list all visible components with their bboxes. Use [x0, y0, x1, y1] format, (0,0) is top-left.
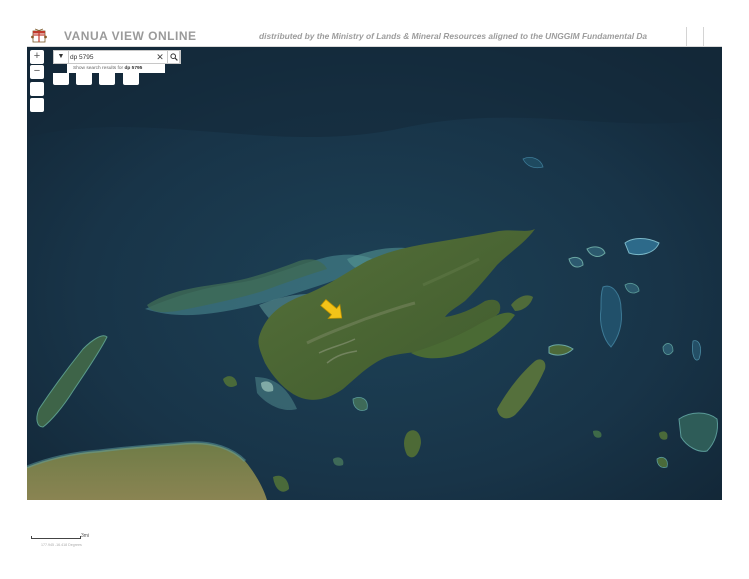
search-input[interactable]	[70, 51, 162, 63]
toolbar-separator	[703, 27, 704, 46]
top-bar: VANUA VIEW ONLINE distributed by the Min…	[27, 27, 722, 47]
home-button[interactable]	[30, 82, 44, 96]
map-view[interactable]: + − ▼ ✕ Show search results for dp 5795	[27, 47, 722, 500]
close-icon[interactable]: ✕	[155, 51, 165, 63]
distribution-banner: distributed by the Ministry of Lands & M…	[259, 31, 648, 41]
search-button[interactable]	[167, 50, 180, 64]
search-suggestion[interactable]: Show search results for dp 5795	[67, 64, 165, 73]
zoom-out-button[interactable]: −	[30, 65, 44, 79]
locate-button[interactable]	[30, 98, 44, 112]
satellite-map[interactable]	[27, 47, 722, 500]
scale-label: 3mi	[81, 533, 90, 539]
chevron-down-icon[interactable]: ▼	[54, 51, 69, 63]
toolbar-separator	[686, 27, 687, 46]
tool-tab[interactable]	[99, 73, 115, 85]
suggestion-term: dp 5795	[124, 66, 143, 71]
tool-tab[interactable]	[53, 73, 69, 85]
suggestion-prefix: Show search results for	[73, 66, 124, 71]
reef-island	[662, 343, 674, 355]
search-widget: ▼ ✕	[53, 50, 181, 64]
scale-line	[31, 536, 81, 539]
coordinate-readout: 177.945 -16.418 Degrees	[41, 543, 82, 547]
reef-island	[692, 340, 701, 361]
app-frame: VANUA VIEW ONLINE distributed by the Min…	[27, 27, 722, 500]
zoom-in-button[interactable]: +	[30, 50, 44, 64]
tool-tab[interactable]	[123, 73, 139, 85]
tool-tab[interactable]	[76, 73, 92, 85]
search-icon	[169, 53, 178, 61]
fiji-coat-of-arms-icon[interactable]	[31, 28, 47, 44]
app-title: VANUA VIEW ONLINE	[64, 29, 197, 43]
